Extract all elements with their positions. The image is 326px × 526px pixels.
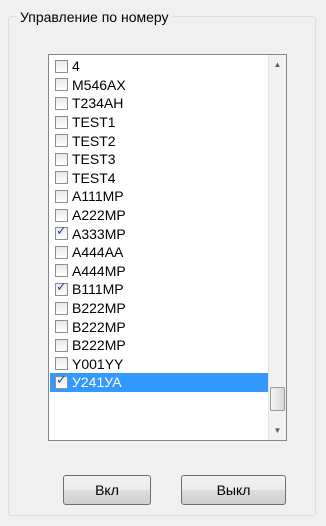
plate-checklist[interactable]: 4 M546AX T234AH TEST1 TEST2 TEST3 TEST4 A111MP A… <box>48 54 287 441</box>
item-label: A444MP <box>72 262 126 279</box>
item-label: TEST2 <box>72 132 116 149</box>
plate-list: 4 M546AX T234AH TEST1 TEST2 TEST3 TEST4 A111MP A… <box>50 57 268 392</box>
item-checkbox[interactable] <box>55 96 68 110</box>
item-checkbox[interactable] <box>55 208 68 222</box>
item-label: У241УА <box>72 374 122 391</box>
item-label: TEST4 <box>72 169 116 186</box>
item-label: B111MP <box>72 281 124 298</box>
item-checkbox[interactable] <box>55 245 68 259</box>
item-label: B222MP <box>72 318 126 335</box>
item-label: A444AA <box>72 244 124 261</box>
item-checkbox[interactable] <box>55 280 68 296</box>
vertical-scrollbar[interactable]: ▲ ▼ <box>268 55 286 440</box>
list-item[interactable]: B222MP <box>50 299 268 318</box>
scroll-up-icon[interactable]: ▲ <box>269 56 286 73</box>
list-item[interactable]: B111MP <box>50 280 268 299</box>
list-item[interactable]: TEST3 <box>50 150 268 169</box>
scroll-down-icon[interactable]: ▼ <box>269 422 286 439</box>
list-item[interactable]: B222MP <box>50 317 268 336</box>
item-label: M546AX <box>72 76 126 93</box>
item-label: B222MP <box>72 300 126 317</box>
item-checkbox[interactable] <box>55 189 68 203</box>
list-item[interactable]: A333MP <box>50 224 268 243</box>
on-button[interactable]: Вкл <box>63 475 151 505</box>
item-checkbox[interactable] <box>55 320 68 334</box>
off-button[interactable]: Выкл <box>181 475 286 505</box>
item-checkbox[interactable] <box>55 373 68 389</box>
list-item[interactable]: 4 <box>50 57 268 76</box>
item-checkbox[interactable] <box>55 115 68 129</box>
list-item[interactable]: Y001YY <box>50 355 268 374</box>
list-item[interactable]: A444MP <box>50 262 268 281</box>
item-checkbox[interactable] <box>55 338 68 352</box>
list-item[interactable]: A444AA <box>50 243 268 262</box>
item-checkbox[interactable] <box>55 152 68 166</box>
list-item[interactable]: TEST1 <box>50 113 268 132</box>
item-checkbox[interactable] <box>55 264 68 278</box>
item-label: TEST1 <box>72 114 116 131</box>
item-checkbox[interactable] <box>55 78 68 92</box>
list-item[interactable]: T234AH <box>50 94 268 113</box>
list-item[interactable]: TEST4 <box>50 169 268 188</box>
list-item[interactable]: A222MP <box>50 206 268 225</box>
list-item[interactable]: У241УА <box>50 373 268 392</box>
item-checkbox[interactable] <box>55 357 68 371</box>
list-item[interactable]: M546AX <box>50 76 268 95</box>
list-item[interactable]: B222MP <box>50 336 268 355</box>
list-item[interactable]: TEST2 <box>50 131 268 150</box>
list-item[interactable]: A111MP <box>50 187 268 206</box>
item-checkbox[interactable] <box>55 59 68 73</box>
item-label: B222MP <box>72 337 126 354</box>
item-checkbox[interactable] <box>55 134 68 148</box>
item-label: 4 <box>72 58 80 75</box>
item-checkbox[interactable] <box>55 171 68 185</box>
item-label: T234AH <box>72 95 124 112</box>
item-label: A333MP <box>72 225 126 242</box>
item-label: TEST3 <box>72 151 116 168</box>
group-title: Управление по номеру <box>16 9 173 25</box>
item-label: A111MP <box>72 188 124 205</box>
item-label: Y001YY <box>72 355 124 372</box>
item-label: A222MP <box>72 207 126 224</box>
item-checkbox[interactable] <box>55 224 68 241</box>
scroll-thumb[interactable] <box>270 387 285 411</box>
item-checkbox[interactable] <box>55 301 68 315</box>
